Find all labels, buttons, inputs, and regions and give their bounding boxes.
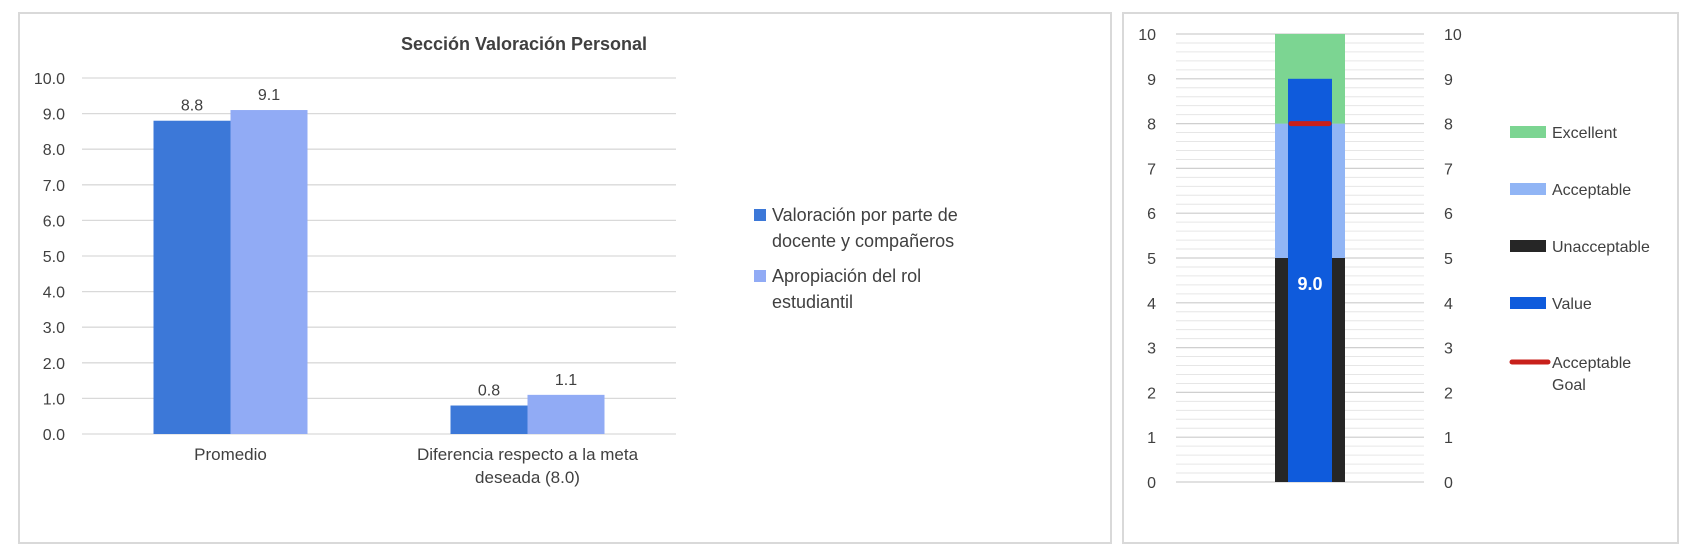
legend-label: Apropiación del rol estudiantil — [772, 266, 921, 312]
y-tick-label-left: 7 — [1147, 161, 1156, 178]
data-label: 8.8 — [181, 98, 203, 115]
y-tick-label-right: 2 — [1444, 385, 1453, 402]
bar-series1-cat2 — [450, 405, 528, 434]
y-tick-label-left: 8 — [1147, 117, 1156, 134]
legend-label: Unacceptable — [1552, 239, 1650, 256]
y-tick-label: 2.0 — [43, 356, 65, 373]
legend-marker-series2 — [754, 270, 766, 282]
data-label: 9.1 — [258, 87, 280, 104]
y-tick-label: 1.0 — [43, 391, 65, 408]
y-tick-label: 8.0 — [43, 142, 65, 159]
legend-marker-value — [1510, 297, 1546, 309]
data-label: 0.8 — [478, 383, 500, 400]
y-tick-label-right: 4 — [1444, 296, 1453, 313]
legend-marker-acceptable — [1510, 183, 1546, 195]
y-tick-label-right: 3 — [1444, 341, 1453, 358]
y-tick-label-right: 9 — [1444, 72, 1453, 89]
legend-label: Acceptable — [1552, 182, 1631, 199]
y-tick-label: 5.0 — [43, 249, 65, 266]
y-tick-label-right: 5 — [1444, 251, 1453, 268]
y-tick-label: 0.0 — [43, 427, 65, 444]
legend-label: Value — [1552, 296, 1592, 313]
y-tick-label-left: 3 — [1147, 341, 1156, 358]
bar-series1-cat1 — [153, 120, 231, 434]
legend-label: Excellent — [1552, 125, 1617, 142]
y-tick-label: 10.0 — [34, 71, 65, 88]
y-tick-label: 6.0 — [43, 213, 65, 230]
chart-title: Sección Valoración Personal — [401, 34, 647, 54]
y-tick-label-right: 7 — [1444, 161, 1453, 178]
y-tick-label-left: 9 — [1147, 72, 1156, 89]
y-tick-label-right: 0 — [1444, 475, 1453, 492]
y-tick-label-left: 1 — [1147, 430, 1156, 447]
x-category-label: Diferencia respecto a la meta deseada (8.… — [417, 445, 639, 487]
legend-marker-excellent — [1510, 126, 1546, 138]
y-tick-label-right: 1 — [1444, 430, 1453, 447]
x-category-label: Promedio — [194, 445, 267, 464]
y-tick-label-left: 0 — [1147, 475, 1156, 492]
y-tick-label-right: 6 — [1444, 206, 1453, 223]
y-tick-label-right: 10 — [1444, 27, 1462, 44]
value-label: 9.0 — [1297, 274, 1322, 294]
legend-marker-unacceptable — [1510, 240, 1546, 252]
y-tick-label-left: 5 — [1147, 251, 1156, 268]
bullet-chart: 0 0 1 1 2 2 3 3 4 4 5 5 6 6 7 7 8 8 9 9 10 10 9.0 Excellent Acce… — [1138, 27, 1650, 492]
y-tick-label-left: 2 — [1147, 385, 1156, 402]
data-label: 1.1 — [555, 372, 577, 389]
legend-label: Acceptable Goal — [1552, 355, 1631, 394]
legend-label: Valoración por parte de docente y compañe… — [772, 205, 958, 251]
right-chart-panel: 0 0 1 1 2 2 3 3 4 4 5 5 6 6 7 7 8 8 9 9 10 10 9.0 Excellent Acce… — [1122, 12, 1679, 544]
y-tick-label: 3.0 — [43, 320, 65, 337]
y-tick-label-left: 4 — [1147, 296, 1156, 313]
y-tick-label: 4.0 — [43, 285, 65, 302]
y-tick-label-right: 8 — [1444, 117, 1453, 134]
left-chart-panel: Sección Valoración Personal 0.0 1.0 2.0 3.0 4… — [18, 12, 1112, 544]
y-tick-label-left: 10 — [1138, 27, 1156, 44]
bar-chart: Sección Valoración Personal 0.0 1.0 2.0 3.0 4… — [34, 34, 958, 487]
legend-marker-series1 — [754, 209, 766, 221]
bar-series2-cat2 — [527, 394, 605, 434]
y-tick-label-left: 6 — [1147, 206, 1156, 223]
bar-series2-cat1 — [230, 110, 308, 434]
y-tick-label: 7.0 — [43, 178, 65, 195]
y-tick-label: 9.0 — [43, 107, 65, 124]
